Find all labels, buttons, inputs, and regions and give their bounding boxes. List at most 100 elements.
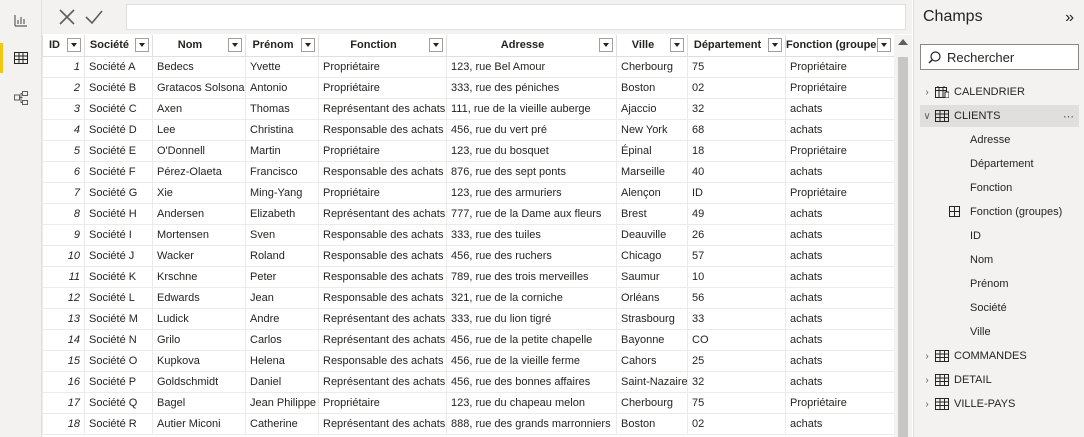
table-cell[interactable]: Propriétaire: [785, 139, 895, 162]
table-row[interactable]: 10 Société J Wacker Roland Responsable des a…: [42, 244, 895, 267]
table-cell[interactable]: 123, rue du bosquet: [446, 139, 617, 162]
table-cell[interactable]: Brest: [616, 202, 688, 225]
table-cell[interactable]: Autier Miconi: [152, 412, 246, 435]
table-cell[interactable]: 56: [687, 286, 786, 309]
column-filter-dropdown-icon[interactable]: [599, 38, 613, 52]
table-cell[interactable]: Propriétaire: [318, 139, 447, 162]
table-cell[interactable]: Andre: [245, 307, 319, 330]
column-filter-dropdown-icon[interactable]: [877, 38, 891, 52]
table-cell[interactable]: Propriétaire: [318, 391, 447, 414]
table-cell[interactable]: achats: [785, 223, 895, 246]
column-filter-dropdown-icon[interactable]: [301, 38, 315, 52]
table-cell[interactable]: achats: [785, 244, 895, 267]
table-cell[interactable]: Société F: [84, 160, 153, 183]
table-cell[interactable]: Ming-Yang: [245, 181, 319, 204]
field-item[interactable]: Nom: [970, 248, 993, 272]
table-cell[interactable]: 3: [42, 97, 85, 120]
field-item[interactable]: Département: [970, 152, 1034, 176]
table-cell[interactable]: 18: [687, 139, 786, 162]
table-cell[interactable]: 33: [687, 307, 786, 330]
table-row[interactable]: 17 Société Q Bagel Jean Philippe Propriétair…: [42, 391, 895, 414]
table-cell[interactable]: Responsable des achats: [318, 160, 447, 183]
table-cell[interactable]: 17: [42, 391, 85, 414]
table-cell[interactable]: Jean Philippe: [245, 391, 319, 414]
table-cell[interactable]: Andersen: [152, 202, 246, 225]
table-cell[interactable]: Représentant des achats: [318, 412, 447, 435]
table-row[interactable]: 1 Société A Bedecs Yvette Propriétaire 123, r…: [42, 55, 895, 78]
table-cell[interactable]: Mortensen: [152, 223, 246, 246]
table-cell[interactable]: 2: [42, 76, 85, 99]
table-cell[interactable]: Société M: [84, 307, 153, 330]
table-cell[interactable]: 14: [42, 328, 85, 351]
chevron-down-icon[interactable]: ∨: [920, 111, 934, 122]
table-cell[interactable]: Société N: [84, 328, 153, 351]
table-cell[interactable]: 32: [687, 97, 786, 120]
table-cell[interactable]: achats: [785, 265, 895, 288]
chevron-right-icon[interactable]: ›: [920, 351, 934, 362]
table-cell[interactable]: Marseille: [616, 160, 688, 183]
table-cell[interactable]: 4: [42, 118, 85, 141]
table-cell[interactable]: achats: [785, 202, 895, 225]
table-cell[interactable]: achats: [785, 307, 895, 330]
table-cell[interactable]: Orléans: [616, 286, 688, 309]
scroll-thumb[interactable]: [898, 57, 908, 437]
table-cell[interactable]: 15: [42, 349, 85, 372]
table-cell[interactable]: Pérez-Olaeta: [152, 160, 246, 183]
table-cell[interactable]: Société H: [84, 202, 153, 225]
table-cell[interactable]: Société O: [84, 349, 153, 372]
table-cell[interactable]: 876, rue des sept ponts: [446, 160, 617, 183]
table-cell[interactable]: Représentant des achats: [318, 97, 447, 120]
table-cell[interactable]: Boston: [616, 412, 688, 435]
table-cell[interactable]: achats: [785, 118, 895, 141]
table-cell[interactable]: Société B: [84, 76, 153, 99]
table-cell[interactable]: Christina: [245, 118, 319, 141]
table-row[interactable]: 3 Société C Axen Thomas Représentant des ach…: [42, 97, 895, 120]
table-cell[interactable]: Responsable des achats: [318, 118, 447, 141]
table-cell[interactable]: Société P: [84, 370, 153, 393]
table-cell[interactable]: 456, rue de la petite chapelle: [446, 328, 617, 351]
table-cell[interactable]: Représentant des achats: [318, 328, 447, 351]
table-cell[interactable]: Bagel: [152, 391, 246, 414]
scroll-up-arrow-icon[interactable]: [898, 39, 908, 45]
table-row[interactable]: 12 Société L Edwards Jean Responsable des ac…: [42, 286, 895, 309]
table-cell[interactable]: Grilo: [152, 328, 246, 351]
table-cell[interactable]: 49: [687, 202, 786, 225]
table-item[interactable]: › COMMANDES: [920, 345, 1079, 367]
table-cell[interactable]: Cherbourg: [616, 55, 688, 78]
table-cell[interactable]: Société G: [84, 181, 153, 204]
column-filter-dropdown-icon[interactable]: [135, 38, 149, 52]
table-cell[interactable]: 456, rue de la vieille ferme: [446, 349, 617, 372]
data-view-button[interactable]: [0, 40, 42, 76]
table-cell[interactable]: 32: [687, 370, 786, 393]
table-cell[interactable]: Responsable des achats: [318, 286, 447, 309]
table-cell[interactable]: Bedecs: [152, 55, 246, 78]
table-row[interactable]: 14 Société N Grilo Carlos Représentant des a…: [42, 328, 895, 351]
table-cell[interactable]: Propriétaire: [785, 55, 895, 78]
table-item[interactable]: › VILLE-PAYS: [920, 393, 1079, 415]
table-cell[interactable]: Carlos: [245, 328, 319, 351]
table-cell[interactable]: Peter: [245, 265, 319, 288]
table-cell[interactable]: 12: [42, 286, 85, 309]
table-cell[interactable]: achats: [785, 97, 895, 120]
chevron-right-icon[interactable]: ›: [920, 87, 934, 98]
table-cell[interactable]: 9: [42, 223, 85, 246]
column-header[interactable]: Prénom: [245, 35, 319, 57]
commit-check-icon[interactable]: [84, 8, 104, 26]
table-cell[interactable]: Daniel: [245, 370, 319, 393]
column-header[interactable]: Département: [687, 35, 786, 57]
table-cell[interactable]: Responsable des achats: [318, 265, 447, 288]
table-cell[interactable]: 123, rue des armuriers: [446, 181, 617, 204]
table-cell[interactable]: 111, rue de la vieille auberge: [446, 97, 617, 120]
table-item[interactable]: › DETAIL: [920, 369, 1079, 391]
table-row[interactable]: 9 Société I Mortensen Sven Responsable des a…: [42, 223, 895, 246]
table-row[interactable]: 16 Société P Goldschmidt Daniel Représentant…: [42, 370, 895, 393]
table-row[interactable]: 8 Société H Andersen Elizabeth Représentant …: [42, 202, 895, 225]
table-cell[interactable]: 6: [42, 160, 85, 183]
table-cell[interactable]: achats: [785, 349, 895, 372]
table-cell[interactable]: 10: [42, 244, 85, 267]
collapse-pane-icon[interactable]: »: [1065, 9, 1074, 27]
table-cell[interactable]: Propriétaire: [785, 181, 895, 204]
table-cell[interactable]: Saumur: [616, 265, 688, 288]
table-cell[interactable]: Krschne: [152, 265, 246, 288]
table-cell[interactable]: Wacker: [152, 244, 246, 267]
